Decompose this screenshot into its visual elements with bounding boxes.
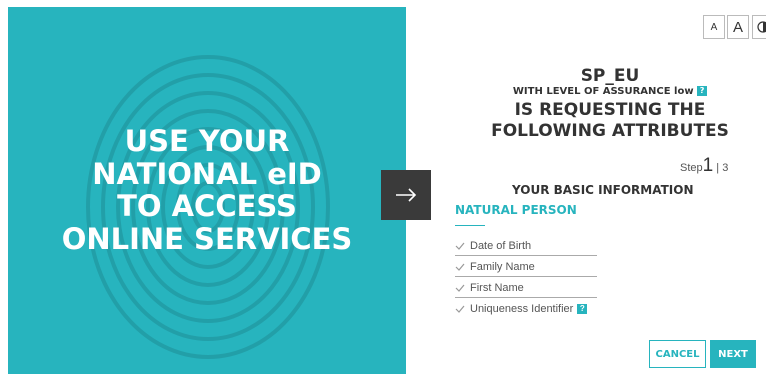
attribute-label: Uniqueness Identifier (470, 303, 574, 315)
attribute-item: First Name (455, 278, 597, 298)
check-icon (455, 284, 465, 292)
increase-font-button[interactable]: A (727, 15, 749, 39)
decrease-font-button[interactable]: A (703, 15, 725, 39)
cancel-button[interactable]: CANCEL (649, 340, 706, 368)
hero-line: NATIONAL eID (92, 156, 322, 191)
hero-line: USE YOUR (124, 124, 290, 158)
attribute-label: Date of Birth (470, 239, 532, 252)
section-title: YOUR BASIC INFORMATION (512, 183, 694, 197)
attribute-item: Family Name (455, 257, 597, 277)
hero-line: ONLINE SERVICES (61, 221, 353, 256)
arrow-right-button[interactable] (381, 170, 431, 220)
step-indicator: Step1 | 3 (680, 155, 728, 177)
request-heading-line: IS REQUESTING THE (514, 100, 706, 120)
hero-line: TO ACCESS (117, 189, 297, 223)
info-icon[interactable]: ? (577, 304, 588, 314)
check-icon (455, 263, 465, 271)
level-of-assurance: WITH LEVEL OF ASSURANCE low ? (460, 86, 760, 97)
arrow-right-icon (396, 188, 417, 202)
assurance-prefix: WITH LEVEL OF ASSURANCE (512, 86, 671, 97)
step-current: 1 (702, 155, 714, 176)
assurance-value: low (674, 86, 694, 97)
step-separator: | (716, 162, 720, 174)
contrast-icon (757, 21, 766, 33)
request-heading-line: FOLLOWING ATTRIBUTES (491, 121, 729, 141)
hero-slogan: USE YOUR NATIONAL eID TO ACCESS ONLINE S… (8, 125, 406, 255)
subtitle-underline (455, 225, 485, 226)
request-heading: IS REQUESTING THE FOLLOWING ATTRIBUTES (460, 100, 760, 142)
attribute-item: Uniqueness Identifier ? (455, 299, 597, 319)
check-icon (455, 305, 465, 313)
next-button[interactable]: NEXT (710, 340, 756, 368)
attribute-label: Family Name (470, 260, 535, 273)
step-total: 3 (722, 162, 729, 174)
service-provider-name: SP_EU (580, 66, 640, 86)
check-icon (455, 242, 465, 250)
info-icon[interactable]: ? (697, 86, 708, 96)
section-subtitle: NATURAL PERSON (455, 203, 577, 217)
attribute-label: First Name (470, 281, 524, 294)
step-label: Step (680, 162, 703, 174)
hero-panel: USE YOUR NATIONAL eID TO ACCESS ONLINE S… (8, 7, 406, 374)
contrast-toggle-button[interactable] (752, 15, 766, 39)
attribute-item: Date of Birth (455, 236, 597, 256)
